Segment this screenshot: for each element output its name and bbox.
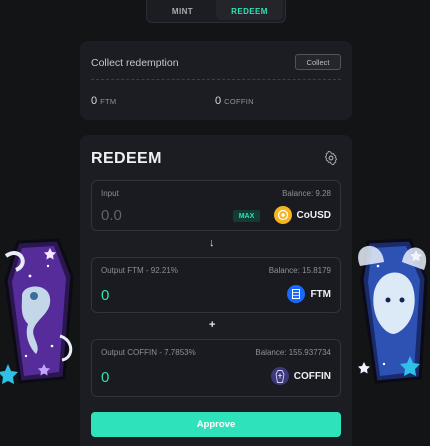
plus-icon: +: [209, 319, 216, 331]
output-coffin-token-label: COFFIN: [293, 370, 331, 382]
output-ftm-label: Output FTM - 92.21%: [101, 266, 178, 275]
input-box: Input Balance: 9.28 0.0 MAX CoUSD: [91, 180, 341, 231]
output-ftm-box: Output FTM - 92.21% Balance: 15.8179 0 F…: [91, 257, 341, 313]
collect-ftm-value: 0: [91, 95, 98, 107]
collect-button[interactable]: Collect: [295, 54, 341, 70]
coffin-ghost-illustration-right: [358, 238, 428, 384]
collect-coffin-amount: 0 COFFIN: [215, 95, 254, 107]
coffin-token-icon: [270, 367, 289, 385]
input-balance: Balance: 9.28: [282, 189, 331, 198]
collect-coffin-value: 0: [215, 95, 222, 107]
redeem-title: REDEEM: [91, 150, 162, 167]
output-ftm-balance: Balance: 15.8179: [268, 266, 331, 275]
input-amount-field[interactable]: 0.0: [101, 207, 122, 224]
divider: [91, 79, 341, 80]
coffin-ghost-illustration-left: [0, 238, 74, 384]
output-ftm-token: FTM: [287, 285, 331, 303]
cousd-token-icon: [273, 206, 292, 224]
output-ftm-value: 0: [101, 287, 110, 304]
output-coffin-token: COFFIN: [270, 367, 331, 385]
output-ftm-token-label: FTM: [310, 288, 331, 300]
max-button[interactable]: MAX: [233, 210, 260, 222]
output-coffin-label: Output COFFIN - 7.7853%: [101, 348, 196, 357]
output-coffin-box: Output COFFIN - 7.7853% Balance: 155.937…: [91, 339, 341, 397]
ftm-token-icon: [287, 285, 306, 303]
collect-redemption-title: Collect redemption: [91, 57, 179, 69]
collect-coffin-unit: COFFIN: [224, 97, 254, 106]
collect-ftm-amount: 0 FTM: [91, 95, 116, 107]
tab-mint[interactable]: MINT: [149, 0, 216, 20]
gear-icon[interactable]: [324, 151, 338, 165]
input-token[interactable]: CoUSD: [273, 206, 331, 224]
input-token-label: CoUSD: [296, 209, 331, 221]
redeem-panel: REDEEM Input Balance: 9.28 0.0 MAX CoUSD…: [80, 135, 352, 446]
collect-ftm-unit: FTM: [100, 97, 117, 106]
output-coffin-balance: Balance: 155.937734: [255, 348, 331, 357]
input-label: Input: [101, 189, 119, 198]
down-arrow-icon: ↓: [209, 237, 215, 249]
mint-redeem-tabs: MINT REDEEM: [146, 0, 286, 23]
collect-redemption-panel: Collect redemption Collect 0 FTM 0 COFFI…: [80, 41, 352, 120]
tab-redeem[interactable]: REDEEM: [216, 0, 283, 20]
output-coffin-value: 0: [101, 369, 110, 386]
approve-button[interactable]: Approve: [91, 412, 341, 437]
